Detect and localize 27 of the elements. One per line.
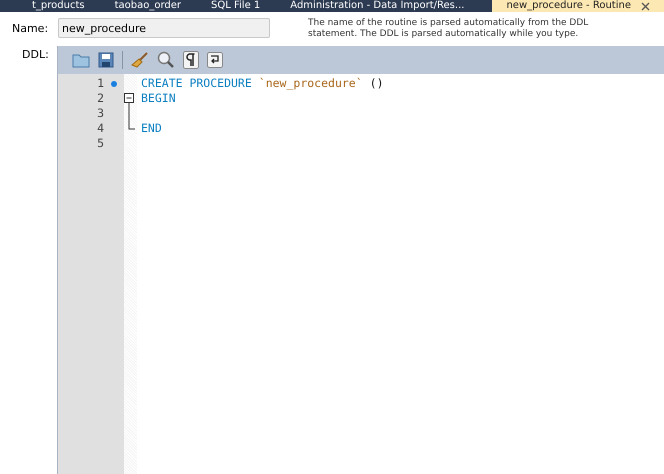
fold-toggle-icon[interactable] [124,91,135,106]
close-icon[interactable] [641,2,650,10]
broom-icon[interactable] [131,52,149,68]
marker-dot [111,80,117,86]
line-number: 5 [96,136,104,151]
ddl-label: DDL: [21,47,50,63]
line-number: 1 [96,76,104,91]
sql-keyword: CREATE PROCEDURE [141,76,252,91]
line-number: 4 [96,121,104,136]
magnifier-icon[interactable] [157,51,175,69]
name-label: Name: [12,21,50,35]
ddl-editor[interactable]: 1 2 3 4 5 CREATE PROCEDURE `new_procedure` () BEGIN END [57,46,664,474]
folder-icon[interactable] [72,52,90,68]
sql-keyword: BEGIN [141,91,176,106]
sql-keyword: END [141,121,162,136]
tab[interactable]: new_procedure - Routine [492,0,664,12]
sql-identifier: `new_procedure` [258,76,363,91]
tab[interactable]: SQL File 1 [197,0,274,12]
tab[interactable]: taobao_order [100,0,196,12]
pilcrow-icon[interactable] [183,51,199,69]
tab[interactable]: Administration - Data Import/Res... [276,0,478,12]
hint-text: The name of the routine is parsed automatically from the DDL statement. The DDL is parsed automatically while you type. [308,18,590,40]
sql-parentheses: () [370,76,384,91]
name-input-field[interactable]: new_procedure [58,18,270,38]
line-number: 2 [96,91,104,106]
tab[interactable]: t_products [18,0,99,12]
line-number: 3 [96,106,104,121]
